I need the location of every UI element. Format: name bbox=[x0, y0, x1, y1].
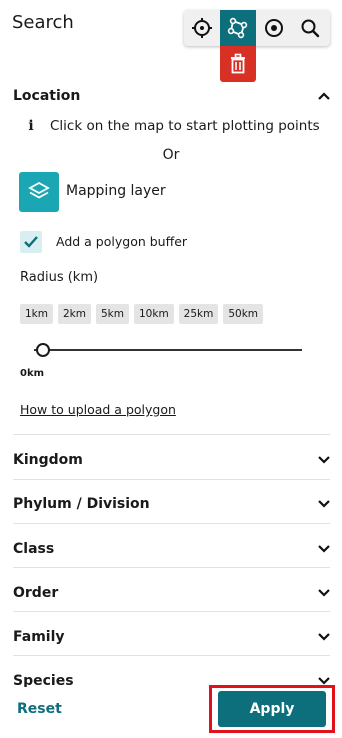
search-icon[interactable] bbox=[292, 10, 328, 46]
section-phylum-label: Phylum / Division bbox=[13, 496, 150, 512]
section-family[interactable]: Family bbox=[13, 627, 331, 647]
radius-options: 1km 2km 5km 10km 25km 50km bbox=[20, 304, 264, 324]
section-location-label: Location bbox=[13, 88, 81, 104]
divider bbox=[13, 655, 330, 656]
section-kingdom[interactable]: Kingdom bbox=[13, 450, 331, 470]
radius-chip-2km[interactable]: 2km bbox=[58, 304, 91, 324]
polygon-buffer-label: Add a polygon buffer bbox=[56, 234, 188, 249]
trash-icon bbox=[231, 53, 245, 74]
section-kingdom-label: Kingdom bbox=[13, 452, 83, 468]
section-phylum[interactable]: Phylum / Division bbox=[13, 494, 331, 514]
divider bbox=[13, 479, 330, 480]
mapping-layer-label: Mapping layer bbox=[66, 183, 166, 199]
polygon-icon[interactable] bbox=[220, 10, 256, 46]
section-order-label: Order bbox=[13, 585, 59, 601]
radius-chip-10km[interactable]: 10km bbox=[134, 304, 174, 324]
section-family-label: Family bbox=[13, 629, 65, 645]
section-location[interactable]: Location bbox=[13, 86, 331, 106]
footer-bar: Reset Apply bbox=[0, 685, 342, 738]
checkmark-icon bbox=[24, 236, 38, 248]
slider-thumb[interactable] bbox=[36, 343, 50, 357]
section-order[interactable]: Order bbox=[13, 583, 331, 603]
slider-value: 0km bbox=[20, 368, 45, 379]
map-hint-text: Click on the map to start plotting point… bbox=[50, 118, 320, 134]
apply-button[interactable]: Apply bbox=[218, 691, 326, 727]
radius-label: Radius (km) bbox=[20, 270, 99, 285]
map-toolbar bbox=[184, 10, 330, 46]
chevron-down-icon bbox=[317, 586, 331, 600]
chevron-down-icon bbox=[317, 542, 331, 556]
radius-chip-50km[interactable]: 50km bbox=[223, 304, 264, 324]
slider-track bbox=[34, 349, 302, 351]
or-separator: Or bbox=[162, 147, 180, 163]
section-class[interactable]: Class bbox=[13, 539, 331, 559]
polygon-buffer-checkbox[interactable] bbox=[20, 231, 42, 253]
radius-chip-25km[interactable]: 25km bbox=[178, 304, 219, 324]
mapping-layer-button[interactable] bbox=[19, 172, 59, 212]
divider bbox=[13, 523, 330, 524]
chevron-up-icon bbox=[317, 89, 331, 103]
radius-chip-1km[interactable]: 1km bbox=[20, 304, 53, 324]
reset-button[interactable]: Reset bbox=[17, 701, 62, 717]
target-icon[interactable] bbox=[256, 10, 292, 46]
page-title: Search bbox=[12, 12, 74, 33]
info-icon: i bbox=[28, 118, 34, 134]
radius-chip-5km[interactable]: 5km bbox=[96, 304, 129, 324]
divider bbox=[13, 567, 330, 568]
delete-polygon-button[interactable] bbox=[220, 46, 256, 82]
layers-icon bbox=[28, 181, 50, 199]
map-hint: i Click on the map to start plotting poi… bbox=[24, 116, 320, 136]
divider bbox=[13, 611, 330, 612]
divider bbox=[13, 434, 330, 435]
radius-slider[interactable] bbox=[20, 340, 302, 360]
upload-polygon-link[interactable]: How to upload a polygon bbox=[20, 402, 176, 417]
chevron-down-icon bbox=[317, 453, 331, 467]
crosshair-icon[interactable] bbox=[184, 10, 220, 46]
chevron-down-icon bbox=[317, 630, 331, 644]
section-class-label: Class bbox=[13, 541, 55, 557]
chevron-down-icon bbox=[317, 497, 331, 511]
